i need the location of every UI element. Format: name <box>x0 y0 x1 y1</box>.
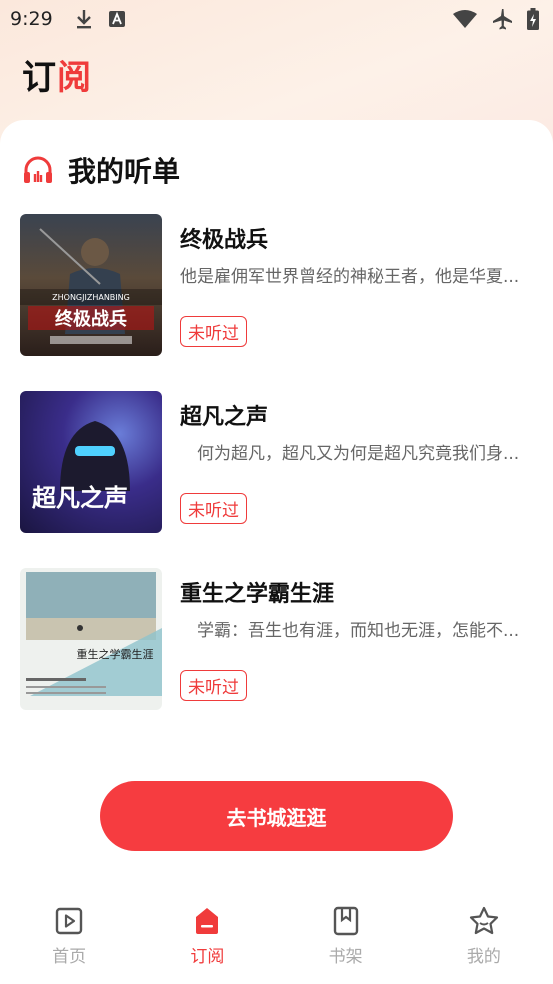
go-to-bookstore-button[interactable]: 去书城逛逛 <box>100 781 453 851</box>
a-icon <box>108 11 125 27</box>
tab-bookshelf[interactable]: 书架 <box>277 898 415 984</box>
status-time: 9:29 <box>10 8 53 30</box>
svg-text:ZHONGJIZHANBING: ZHONGJIZHANBING <box>52 293 130 302</box>
book-description: 学霸：吾生也有涯，而知也无涯，怎能不... <box>180 621 520 641</box>
book-title[interactable]: 终极战兵 <box>180 222 268 254</box>
download-icon <box>76 10 91 29</box>
section-header: 我的听单 <box>22 150 180 190</box>
svg-text:超凡之声: 超凡之声 <box>32 484 128 512</box>
bookmark-icon <box>333 906 358 936</box>
tab-subscribe[interactable]: 订阅 <box>138 898 276 984</box>
list-item[interactable]: ZHONGJIZHANBING 终极战兵 终极战兵 他是雇佣军世界曾经的神秘王者… <box>20 214 533 356</box>
section-title: 我的听单 <box>68 155 181 188</box>
headphones-icon <box>24 156 52 183</box>
book-description: 他是雇佣军世界曾经的神秘王者，他是华夏... <box>180 267 520 287</box>
list-item[interactable]: 超凡之声 超凡之声 何为超凡，超凡又为何是超凡究竟我们身... 未听过 <box>20 391 533 533</box>
status-badge: 未听过 <box>180 670 247 701</box>
play-icon <box>55 907 83 935</box>
tab-label: 书架 <box>328 947 363 967</box>
airplane-icon <box>493 9 512 30</box>
book-cover[interactable]: 超凡之声 <box>20 391 162 533</box>
battery-icon <box>527 8 539 30</box>
book-cover-art: 重生之学霸生涯 <box>26 572 162 696</box>
tab-label: 订阅 <box>190 947 225 967</box>
status-badge: 未听过 <box>180 493 247 524</box>
list-item[interactable]: 重生之学霸生涯 重生之学霸生涯 学霸：吾生也有涯，而知也无涯，怎能不... 未听… <box>20 568 533 710</box>
tab-mine[interactable]: 我的 <box>415 898 553 984</box>
star-icon <box>469 906 498 935</box>
book-title[interactable]: 超凡之声 <box>180 399 268 431</box>
page-title: 订阅 <box>22 58 92 98</box>
svg-text:终极战兵: 终极战兵 <box>55 308 127 330</box>
tab-label: 我的 <box>466 947 501 967</box>
wifi-icon <box>453 10 477 28</box>
bottom-tab-bar: 首页 订阅 书架 我的 <box>0 898 553 984</box>
tab-label: 首页 <box>52 947 87 967</box>
status-badge: 未听过 <box>180 316 247 347</box>
book-cover-art: 超凡之声 <box>32 421 130 512</box>
book-cover[interactable]: ZHONGJIZHANBING 终极战兵 <box>20 214 162 356</box>
book-title[interactable]: 重生之学霸生涯 <box>180 576 334 608</box>
book-cover[interactable]: 重生之学霸生涯 <box>20 568 162 710</box>
svg-text:重生之学霸生涯: 重生之学霸生涯 <box>77 647 154 661</box>
book-cover-art: ZHONGJIZHANBING 终极战兵 <box>20 228 162 344</box>
book-description: 何为超凡，超凡又为何是超凡究竟我们身... <box>180 444 520 464</box>
tab-home[interactable]: 首页 <box>0 898 138 984</box>
status-bar: 9:29 <box>0 0 553 38</box>
subscribe-icon <box>196 908 219 934</box>
